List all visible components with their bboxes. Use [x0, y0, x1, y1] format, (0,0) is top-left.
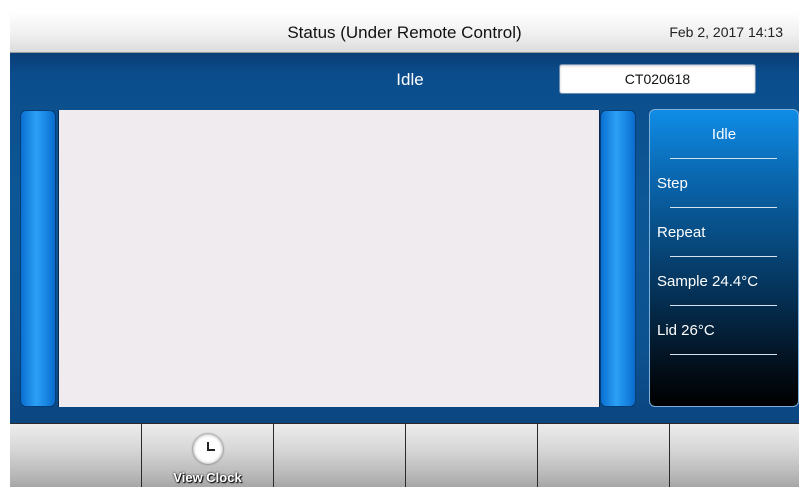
- softkey-4[interactable]: [406, 424, 537, 487]
- instrument-screen: Status (Under Remote Control) Feb 2, 201…: [10, 12, 799, 487]
- view-clock-label: View Clock: [173, 470, 242, 485]
- main-area: Idle CT020618 Idle Step Repeat Sample 24…: [10, 53, 799, 423]
- clock-icon: [192, 434, 223, 464]
- view-clock-button[interactable]: View Clock: [142, 424, 273, 487]
- serial-number-field[interactable]: CT020618: [559, 64, 756, 94]
- right-scroll-bar[interactable]: [600, 110, 636, 407]
- divider: [670, 158, 777, 159]
- status-idle: Idle: [711, 126, 737, 143]
- status-sample-temp: Sample 24.4°C: [657, 273, 759, 290]
- softkey-6[interactable]: [670, 424, 799, 487]
- protocol-display-panel: [58, 110, 600, 407]
- status-step: Step: [657, 175, 688, 192]
- left-scroll-bar[interactable]: [20, 110, 56, 407]
- softkey-bar: View Clock: [10, 423, 799, 487]
- softkey-1[interactable]: [10, 424, 141, 487]
- divider: [670, 256, 777, 257]
- divider: [670, 207, 777, 208]
- divider: [670, 305, 777, 306]
- title-bar: Status (Under Remote Control) Feb 2, 201…: [10, 12, 799, 53]
- status-lid-temp: Lid 26°C: [657, 322, 715, 339]
- serial-number-text: CT020618: [624, 71, 691, 87]
- run-state-label: Idle: [396, 70, 424, 89]
- softkey-5[interactable]: [538, 424, 669, 487]
- softkey-3[interactable]: [274, 424, 405, 487]
- date-time: Feb 2, 2017 14:13: [669, 24, 783, 40]
- status-panel: Idle Step Repeat Sample 24.4°C Lid 26°C: [649, 109, 799, 407]
- status-repeat: Repeat: [657, 224, 706, 241]
- divider: [670, 354, 777, 355]
